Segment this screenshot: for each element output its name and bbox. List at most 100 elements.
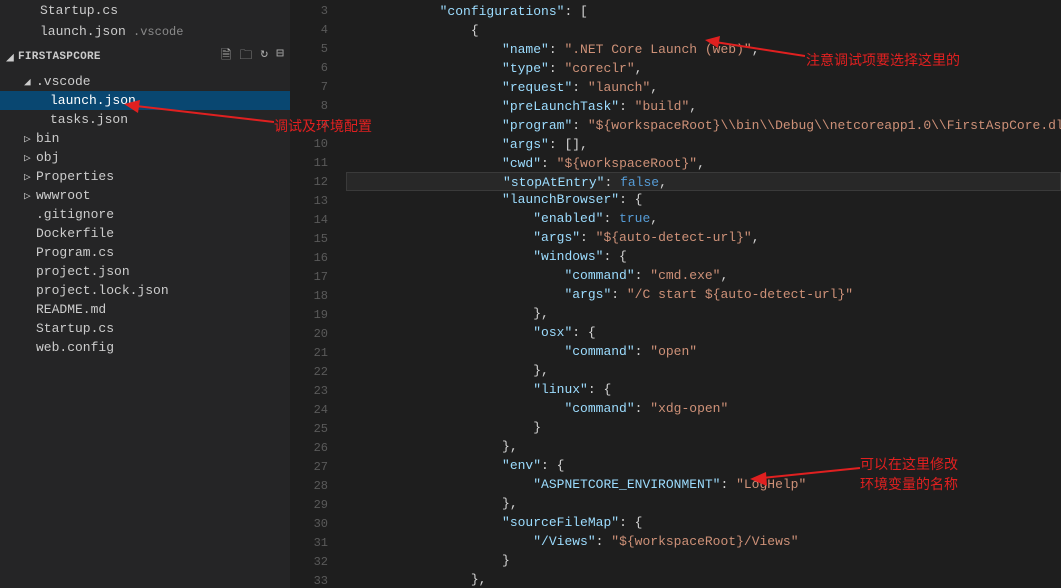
refresh-icon[interactable]: ↻ <box>260 46 268 68</box>
code-line[interactable]: }, <box>346 304 1061 323</box>
code-line[interactable]: "name": ".NET Core Launch (web)", <box>346 40 1061 59</box>
line-number: 19 <box>291 306 346 325</box>
code-line[interactable]: "launchBrowser": { <box>346 190 1061 209</box>
tree-file[interactable]: Dockerfile <box>0 224 290 243</box>
code-line[interactable]: "enabled": true, <box>346 209 1061 228</box>
file-tree: ◢.vscodelaunch.jsontasks.json▷bin▷obj▷Pr… <box>0 72 290 588</box>
code-line[interactable]: "configurations": [ <box>346 2 1061 21</box>
line-number: 14 <box>291 211 346 230</box>
tree-file[interactable]: project.lock.json <box>0 281 290 300</box>
code-line[interactable]: "cwd": "${workspaceRoot}", <box>346 154 1061 173</box>
line-number: 16 <box>291 249 346 268</box>
line-number: 18 <box>291 287 346 306</box>
line-number: 21 <box>291 344 346 363</box>
code-line[interactable]: "sourceFileMap": { <box>346 513 1061 532</box>
code-line[interactable]: "request": "launch", <box>346 78 1061 97</box>
open-editor-ext: .vscode <box>126 25 184 39</box>
line-number: 4 <box>291 21 346 40</box>
line-number: 30 <box>291 515 346 534</box>
code-line[interactable]: }, <box>346 437 1061 456</box>
code-line[interactable]: "/Views": "${workspaceRoot}/Views" <box>346 532 1061 551</box>
code-line[interactable]: }, <box>346 494 1061 513</box>
code-line[interactable]: "command": "xdg-open" <box>346 399 1061 418</box>
code-line[interactable]: }, <box>346 570 1061 588</box>
line-number: 24 <box>291 401 346 420</box>
line-number: 6 <box>291 59 346 78</box>
code-line[interactable]: "type": "coreclr", <box>346 59 1061 78</box>
tree-item-label: Startup.cs <box>36 321 114 336</box>
tree-file[interactable]: README.md <box>0 300 290 319</box>
open-editor-name: Startup.cs <box>40 3 118 18</box>
tree-item-label: launch.json <box>50 93 136 108</box>
tree-file[interactable]: project.json <box>0 262 290 281</box>
tree-folder[interactable]: ▷wwwroot <box>0 186 290 205</box>
open-editor-item[interactable]: Startup.cs <box>0 0 290 21</box>
tree-item-label: project.lock.json <box>36 283 169 298</box>
code-line[interactable]: "ASPNETCORE_ENVIRONMENT": "LogHelp" <box>346 475 1061 494</box>
code-line[interactable]: "env": { <box>346 456 1061 475</box>
line-number: 22 <box>291 363 346 382</box>
code-line[interactable]: }, <box>346 361 1061 380</box>
code-line[interactable]: "command": "cmd.exe", <box>346 266 1061 285</box>
open-editor-name: launch.json <box>40 24 126 39</box>
code-line[interactable]: "command": "open" <box>346 342 1061 361</box>
tree-file[interactable]: launch.json <box>0 91 290 110</box>
collapse-icon[interactable]: ⊟ <box>276 46 284 68</box>
tree-file[interactable]: Program.cs <box>0 243 290 262</box>
chevron-right-icon: ▷ <box>24 170 34 184</box>
code-line[interactable]: } <box>346 551 1061 570</box>
tree-item-label: obj <box>36 150 59 165</box>
line-number: 31 <box>291 534 346 553</box>
tree-file[interactable]: tasks.json <box>0 110 290 129</box>
code-line[interactable]: "windows": { <box>346 247 1061 266</box>
line-number: 3 <box>291 2 346 21</box>
code-line[interactable]: "stopAtEntry": false, <box>346 172 1061 191</box>
line-number: 20 <box>291 325 346 344</box>
code-line[interactable]: { <box>346 21 1061 40</box>
line-number: 33 <box>291 572 346 588</box>
folder-name: FIRSTASPCORE <box>18 51 221 63</box>
folder-actions: 🗎 🗀 ↻ ⊟ <box>221 46 284 68</box>
line-number: 12 <box>291 173 346 192</box>
gutter: 3456789101112131415161718192021222324252… <box>291 0 346 588</box>
code-line[interactable]: "preLaunchTask": "build", <box>346 97 1061 116</box>
sidebar: Startup.cs launch.json .vscode ◢ FIRSTAS… <box>0 0 291 588</box>
line-number: 27 <box>291 458 346 477</box>
line-number: 26 <box>291 439 346 458</box>
code-line[interactable]: "args": "${auto-detect-url}", <box>346 228 1061 247</box>
tree-item-label: Properties <box>36 169 114 184</box>
tree-folder[interactable]: ▷Properties <box>0 167 290 186</box>
tree-item-label: .vscode <box>36 74 91 89</box>
open-editors: Startup.cs launch.json .vscode <box>0 0 290 42</box>
code-line[interactable]: "args": "/C start ${auto-detect-url}" <box>346 285 1061 304</box>
folder-header[interactable]: ◢ FIRSTASPCORE 🗎 🗀 ↻ ⊟ <box>0 42 290 72</box>
editor-area: 3456789101112131415161718192021222324252… <box>291 0 1061 588</box>
code-line[interactable]: "program": "${workspaceRoot}\\bin\\Debug… <box>346 116 1061 135</box>
code-line[interactable]: "linux": { <box>346 380 1061 399</box>
chevron-down-icon: ◢ <box>6 50 18 65</box>
line-number: 28 <box>291 477 346 496</box>
tree-file[interactable]: .gitignore <box>0 205 290 224</box>
new-folder-icon[interactable]: 🗀 <box>239 46 252 68</box>
code-line[interactable]: "args": [], <box>346 135 1061 154</box>
tree-folder[interactable]: ▷obj <box>0 148 290 167</box>
line-number: 17 <box>291 268 346 287</box>
tree-item-label: tasks.json <box>50 112 128 127</box>
code-content[interactable]: "configurations": [ { "name": ".NET Core… <box>346 0 1061 588</box>
open-editor-item[interactable]: launch.json .vscode <box>0 21 290 42</box>
code-line[interactable]: } <box>346 418 1061 437</box>
tree-item-label: bin <box>36 131 59 146</box>
new-file-icon[interactable]: 🗎 <box>221 46 231 68</box>
line-number: 15 <box>291 230 346 249</box>
tree-folder[interactable]: ◢.vscode <box>0 72 290 91</box>
line-number: 29 <box>291 496 346 515</box>
tree-file[interactable]: Startup.cs <box>0 319 290 338</box>
tree-item-label: wwwroot <box>36 188 91 203</box>
code-line[interactable]: "osx": { <box>346 323 1061 342</box>
line-number: 8 <box>291 97 346 116</box>
line-number: 32 <box>291 553 346 572</box>
chevron-down-icon: ◢ <box>24 75 34 89</box>
tree-file[interactable]: web.config <box>0 338 290 357</box>
tree-folder[interactable]: ▷bin <box>0 129 290 148</box>
line-number: 9 <box>291 116 346 135</box>
